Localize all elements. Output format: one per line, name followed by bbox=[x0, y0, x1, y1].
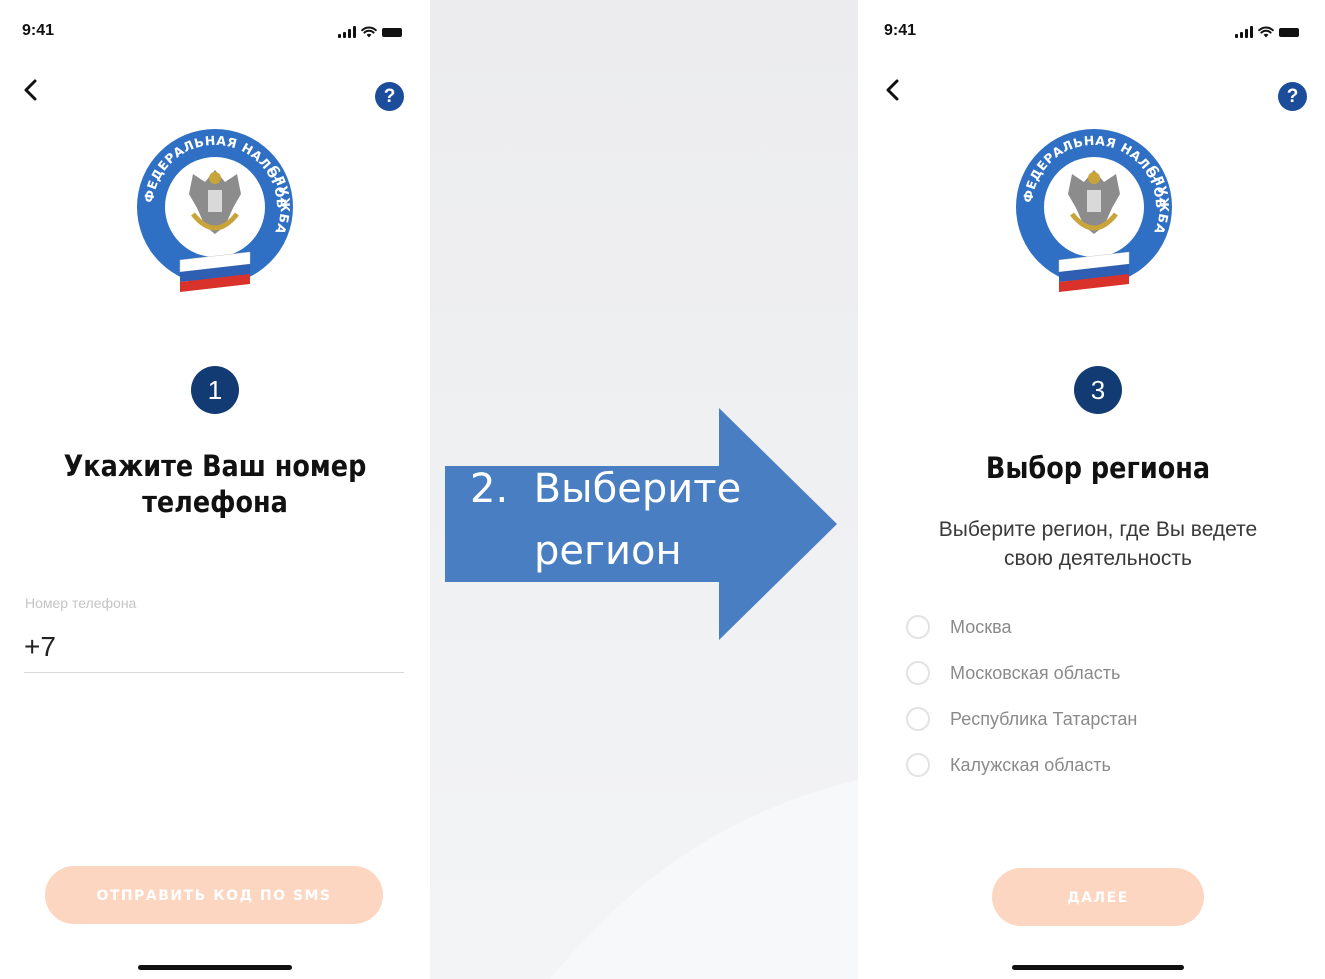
phone-label: Номер телефона bbox=[25, 595, 137, 611]
screen-title: Выбор региона bbox=[985, 451, 1211, 485]
send-sms-button[interactable]: ОТПРАВИТЬ КОД ПО SMS bbox=[45, 866, 383, 924]
battery-icon bbox=[382, 28, 402, 37]
phone-input[interactable] bbox=[24, 622, 404, 673]
wifi-icon bbox=[361, 26, 377, 38]
radio-button[interactable] bbox=[906, 615, 930, 639]
battery-icon bbox=[1279, 28, 1299, 37]
arrow-text-line1: 2. Выберите bbox=[470, 466, 741, 512]
subtitle-line: Выберите регион, где Вы ведете bbox=[938, 518, 1258, 541]
signal-icon bbox=[338, 26, 356, 38]
back-button[interactable] bbox=[880, 74, 908, 106]
region-option-moscow[interactable]: Москва bbox=[906, 604, 1137, 650]
radio-button[interactable] bbox=[906, 707, 930, 731]
stage: 9:41 ? ФЕДЕРАЛЬНАЯ НАЛОГОВ СЛУЖБА 1 Укаж… bbox=[0, 0, 1325, 979]
arrow-right-icon bbox=[445, 408, 837, 640]
wifi-icon bbox=[1258, 26, 1274, 38]
screen-subtitle: Выберите регион, где Вы ведете свою деят… bbox=[888, 515, 1308, 573]
screen-title: Укажите Ваш номер телефона bbox=[26, 448, 404, 520]
chevron-left-icon bbox=[24, 79, 37, 101]
phone-screen-step-3: 9:41 ? ФЕДЕРАЛЬНАЯ НАЛОГОВ СЛУЖБА 3 Выбо… bbox=[858, 0, 1325, 979]
help-button[interactable]: ? bbox=[375, 82, 404, 111]
region-label: Московская область bbox=[950, 662, 1121, 683]
phone-screen-step-1: 9:41 ? ФЕДЕРАЛЬНАЯ НАЛОГОВ СЛУЖБА 1 Укаж… bbox=[0, 0, 430, 979]
title-line: Укажите Ваш номер bbox=[63, 449, 367, 483]
step-prefix: 2. bbox=[470, 466, 509, 512]
region-label: Калужская область bbox=[950, 754, 1111, 775]
home-indicator bbox=[138, 965, 292, 970]
region-label: Москва bbox=[950, 616, 1012, 637]
next-button[interactable]: ДАЛЕЕ bbox=[992, 868, 1204, 926]
step-badge: 3 bbox=[1074, 366, 1122, 414]
status-icons bbox=[338, 24, 402, 38]
fns-emblem-logo: ФЕДЕРАЛЬНАЯ НАЛОГОВАЯ СЛУЖБА bbox=[1014, 122, 1172, 292]
help-button[interactable]: ? bbox=[1278, 82, 1307, 111]
back-button[interactable] bbox=[18, 74, 46, 106]
signal-icon bbox=[1235, 26, 1253, 38]
region-label: Республика Татарстан bbox=[950, 708, 1138, 729]
title-line: телефона bbox=[142, 485, 288, 519]
radio-button[interactable] bbox=[906, 661, 930, 685]
region-option-kaluga-oblast[interactable]: Калужская область bbox=[906, 742, 1137, 788]
radio-button[interactable] bbox=[906, 753, 930, 777]
region-option-moscow-oblast[interactable]: Московская область bbox=[906, 650, 1137, 696]
status-icons bbox=[1235, 24, 1299, 38]
step-badge: 1 bbox=[191, 366, 239, 414]
arrow-text-line2: регион bbox=[534, 528, 682, 574]
region-list: Москва Московская область Республика Тат… bbox=[906, 604, 1137, 788]
home-indicator bbox=[1012, 965, 1184, 970]
chevron-left-icon bbox=[886, 79, 899, 101]
status-time: 9:41 bbox=[884, 22, 917, 39]
status-time: 9:41 bbox=[22, 22, 55, 39]
arrow-text-word: Выберите bbox=[533, 466, 742, 512]
region-option-tatarstan[interactable]: Республика Татарстан bbox=[906, 696, 1137, 742]
subtitle-line: свою деятельность bbox=[1004, 547, 1192, 570]
fns-emblem-logo: ФЕДЕРАЛЬНАЯ НАЛОГОВАЯ СЛУЖБА bbox=[135, 122, 293, 292]
